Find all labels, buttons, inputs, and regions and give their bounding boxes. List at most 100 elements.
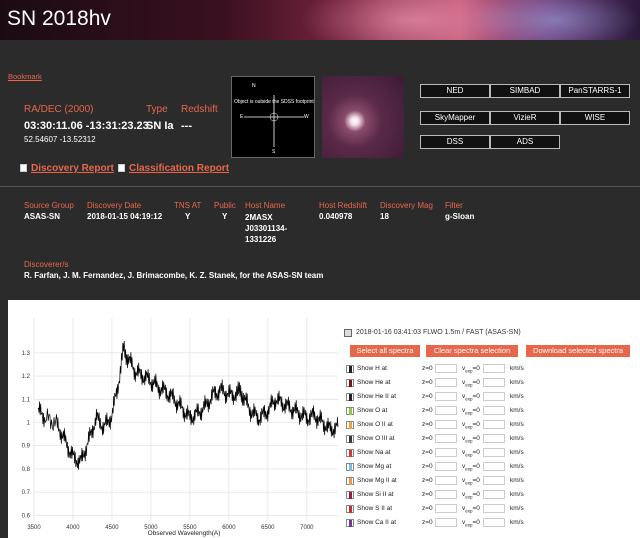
redshift-input[interactable]	[435, 448, 457, 457]
line-row: Show S II at z=0 vexp=0 km/s	[346, 503, 636, 515]
redshift-input[interactable]	[435, 378, 457, 387]
line-label: Show O at	[357, 407, 388, 414]
redshift-input[interactable]	[435, 504, 457, 513]
vizier-button[interactable]: VizieR	[490, 111, 560, 125]
discoverers-value: R. Farfan, J. M. Fernandez, J. Brimacomb…	[24, 271, 324, 280]
velocity-input[interactable]	[483, 364, 505, 373]
line-checkbox[interactable]	[346, 491, 354, 499]
velocity-input[interactable]	[483, 406, 505, 415]
line-checkbox[interactable]	[346, 449, 354, 457]
discovery-report-link[interactable]: Discovery Report	[20, 163, 114, 174]
line-label: Show Na at	[357, 449, 391, 456]
redshift-input[interactable]	[435, 406, 457, 415]
source-group-value: ASAS-SN	[24, 212, 61, 221]
line-label: Show S II at	[357, 505, 393, 512]
redshift-input[interactable]	[435, 476, 457, 485]
host-galaxy-image	[322, 76, 404, 158]
discovery-mag-value: 18	[380, 212, 389, 221]
host-name-value: 2MASX J03301134-1331226	[245, 213, 288, 244]
redshift-field-label: z=0	[422, 519, 433, 526]
velocity-input[interactable]	[483, 504, 505, 513]
y-tick-label: 1.2	[22, 374, 31, 380]
velocity-field-label: vexp=0	[462, 421, 480, 430]
velocity-input[interactable]	[483, 462, 505, 471]
line-row: Show He II at z=0 vexp=0 km/s	[346, 391, 636, 403]
velocity-input[interactable]	[483, 476, 505, 485]
wise-button[interactable]: WISE	[560, 111, 630, 125]
redshift-input[interactable]	[435, 518, 457, 527]
page: SN 2018hv Bookmark RA/DEC (2000) 03:30:1…	[0, 0, 640, 538]
line-checkbox[interactable]	[346, 435, 354, 443]
line-label: Show O III at	[357, 435, 395, 442]
velocity-field-label: vexp=0	[462, 365, 480, 374]
ned-button[interactable]: NED	[420, 84, 490, 98]
spectrum-checkbox[interactable]	[344, 329, 352, 337]
line-color-swatch	[349, 394, 352, 401]
x-tick-label: 3500	[27, 525, 41, 531]
line-label: Show H at	[357, 365, 387, 372]
velocity-input[interactable]	[483, 420, 505, 429]
line-label: Show He II at	[357, 393, 397, 400]
velocity-input[interactable]	[483, 490, 505, 499]
line-checkbox[interactable]	[346, 379, 354, 387]
velocity-input[interactable]	[483, 518, 505, 527]
velocity-input[interactable]	[483, 392, 505, 401]
line-checkbox[interactable]	[346, 463, 354, 471]
radec-label: RA/DEC (2000)	[24, 104, 94, 115]
velocity-unit: km/s	[510, 379, 524, 386]
redshift-input[interactable]	[435, 490, 457, 499]
simbad-button[interactable]: SIMBAD	[490, 84, 560, 98]
velocity-unit: km/s	[510, 365, 524, 372]
classification-report-link[interactable]: Classification Report	[118, 163, 229, 174]
skymapper-button[interactable]: SkyMapper	[420, 111, 490, 125]
velocity-input[interactable]	[483, 378, 505, 387]
velocity-unit: km/s	[510, 435, 524, 442]
bookmark-link[interactable]: Bookmark	[8, 72, 42, 81]
velocity-input[interactable]	[483, 448, 505, 457]
velocity-field-label: vexp=0	[462, 449, 480, 458]
type-label: Type	[146, 104, 168, 115]
velocity-unit: km/s	[510, 393, 524, 400]
line-checkbox[interactable]	[346, 421, 354, 429]
line-row: Show Si II at z=0 vexp=0 km/s	[346, 489, 636, 501]
redshift-input[interactable]	[435, 420, 457, 429]
redshift-field-label: z=0	[422, 435, 433, 442]
velocity-unit: km/s	[510, 505, 524, 512]
line-color-swatch	[349, 464, 352, 471]
redshift-input[interactable]	[435, 392, 457, 401]
line-row: Show Mg at z=0 vexp=0 km/s	[346, 461, 636, 473]
ads-button[interactable]: ADS	[490, 135, 560, 149]
select-all-spectra-button[interactable]: Select all spectra	[350, 345, 420, 357]
line-color-swatch	[349, 478, 352, 485]
x-axis-label: Observed Wavelength(A)	[148, 530, 221, 537]
line-checkbox[interactable]	[346, 477, 354, 485]
redshift-input[interactable]	[435, 462, 457, 471]
redshift-input[interactable]	[435, 364, 457, 373]
panstarrs-button[interactable]: PanSTARRS-1	[560, 84, 630, 98]
y-tick-label: 0.8	[22, 467, 31, 473]
y-tick-label: 1	[27, 420, 31, 426]
spectrum-entry: 2018-01-16 03:41:03 FLWO 1.5m / FAST (AS…	[356, 329, 521, 336]
public-label: Public	[214, 201, 236, 210]
line-checkbox[interactable]	[346, 407, 354, 415]
line-checkbox[interactable]	[346, 393, 354, 401]
velocity-unit: km/s	[510, 449, 524, 456]
velocity-input[interactable]	[483, 434, 505, 443]
redshift-field-label: z=0	[422, 463, 433, 470]
line-label: Show Si II at	[357, 491, 394, 498]
line-row: Show O at z=0 vexp=0 km/s	[346, 405, 636, 417]
redshift-input[interactable]	[435, 434, 457, 443]
line-checkbox[interactable]	[346, 505, 354, 513]
line-row: Show Mg II at z=0 vexp=0 km/s	[346, 475, 636, 487]
line-checkbox[interactable]	[346, 519, 354, 527]
tns-at-label: TNS AT	[174, 201, 202, 210]
clear-spectra-selection-button[interactable]: Clear spectra selection	[426, 345, 518, 357]
tns-at-value: Y	[185, 212, 191, 221]
x-tick-label: 4000	[66, 525, 80, 531]
source-group-label: Source Group	[24, 201, 74, 210]
dss-button[interactable]: DSS	[420, 135, 490, 149]
type-value: SN Ia	[146, 120, 174, 132]
line-row: Show H at z=0 vexp=0 km/s	[346, 363, 636, 375]
download-selected-spectra-button[interactable]: Download selected spectra	[526, 345, 630, 357]
line-checkbox[interactable]	[346, 365, 354, 373]
